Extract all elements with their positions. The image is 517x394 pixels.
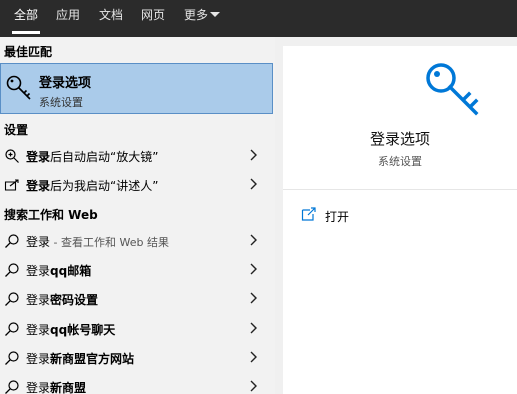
open-button[interactable]: 打开 bbox=[301, 204, 421, 226]
search-filter-bar: 全部 应用 文档 网页 更多 bbox=[0, 0, 517, 37]
search-icon bbox=[5, 263, 19, 277]
search-icon bbox=[5, 322, 19, 336]
tab-all[interactable]: 全部 bbox=[11, 0, 41, 37]
key-icon bbox=[426, 63, 479, 116]
settings-item-label: 登录后自动启动“放大镜” bbox=[26, 150, 159, 164]
preview-pane: 登录选项 系统设置 打开 bbox=[283, 46, 517, 394]
search-icon bbox=[5, 292, 19, 306]
open-icon bbox=[301, 207, 316, 221]
search-icon bbox=[5, 234, 19, 248]
web-result-label: 登录密码设置 bbox=[26, 293, 99, 307]
web-result-label: 登录 - 查看工作和 Web 结果 bbox=[26, 235, 169, 249]
web-result-label: 登录qq邮箱 bbox=[26, 264, 92, 278]
open-label: 打开 bbox=[325, 210, 350, 224]
section-web: 搜索工作和 Web bbox=[4, 208, 98, 222]
chevron-right-icon bbox=[250, 351, 257, 363]
web-result-label: 登录新商盟 bbox=[26, 381, 87, 394]
chevron-down-icon[interactable] bbox=[210, 12, 220, 17]
settings-item-magnifier[interactable]: 登录后自动启动“放大镜” bbox=[0, 142, 275, 170]
web-result-item[interactable]: 登录新商盟官方网站 bbox=[0, 344, 275, 372]
web-result-label: 登录qq帐号聊天 bbox=[26, 323, 116, 337]
chevron-right-icon bbox=[250, 380, 257, 392]
preview-category: 系统设置 bbox=[378, 155, 422, 168]
results-pane: 最佳匹配 登录选项 系统设置 设置 登录后自动启动“放大镜” 登录后为我启动“讲… bbox=[0, 37, 275, 394]
web-result-item[interactable]: 登录新商盟 bbox=[0, 373, 275, 394]
search-icon bbox=[5, 380, 19, 394]
narrator-icon bbox=[4, 179, 19, 191]
web-result-label: 登录新商盟官方网站 bbox=[26, 352, 135, 366]
tab-web[interactable]: 网页 bbox=[141, 0, 165, 37]
key-icon bbox=[6, 75, 31, 100]
best-match-item[interactable]: 登录选项 系统设置 bbox=[0, 63, 273, 114]
web-result-item[interactable]: 登录 - 查看工作和 Web 结果 bbox=[0, 227, 275, 255]
tab-more[interactable]: 更多 bbox=[184, 0, 208, 37]
preview-title: 登录选项 bbox=[369, 130, 430, 148]
chevron-right-icon bbox=[250, 292, 257, 304]
web-result-item[interactable]: 登录qq邮箱 bbox=[0, 256, 275, 284]
divider bbox=[283, 189, 517, 190]
tab-apps[interactable]: 应用 bbox=[56, 0, 80, 37]
chevron-right-icon bbox=[250, 149, 257, 161]
best-match-subtitle: 系统设置 bbox=[39, 96, 83, 109]
web-result-item[interactable]: 登录密码设置 bbox=[0, 285, 275, 313]
best-match-title: 登录选项 bbox=[39, 76, 92, 91]
tab-documents[interactable]: 文档 bbox=[99, 0, 123, 37]
section-settings: 设置 bbox=[4, 123, 29, 137]
web-result-item[interactable]: 登录qq帐号聊天 bbox=[0, 315, 275, 343]
chevron-right-icon bbox=[250, 263, 257, 275]
chevron-right-icon bbox=[250, 322, 257, 334]
settings-item-label: 登录后为我启动“讲述人” bbox=[26, 179, 159, 193]
chevron-right-icon bbox=[250, 178, 257, 190]
search-icon bbox=[5, 351, 19, 365]
magnifier-icon bbox=[5, 149, 19, 163]
settings-item-narrator[interactable]: 登录后为我启动“讲述人” bbox=[0, 171, 275, 199]
chevron-right-icon bbox=[250, 234, 257, 246]
section-best-match: 最佳匹配 bbox=[4, 45, 53, 59]
